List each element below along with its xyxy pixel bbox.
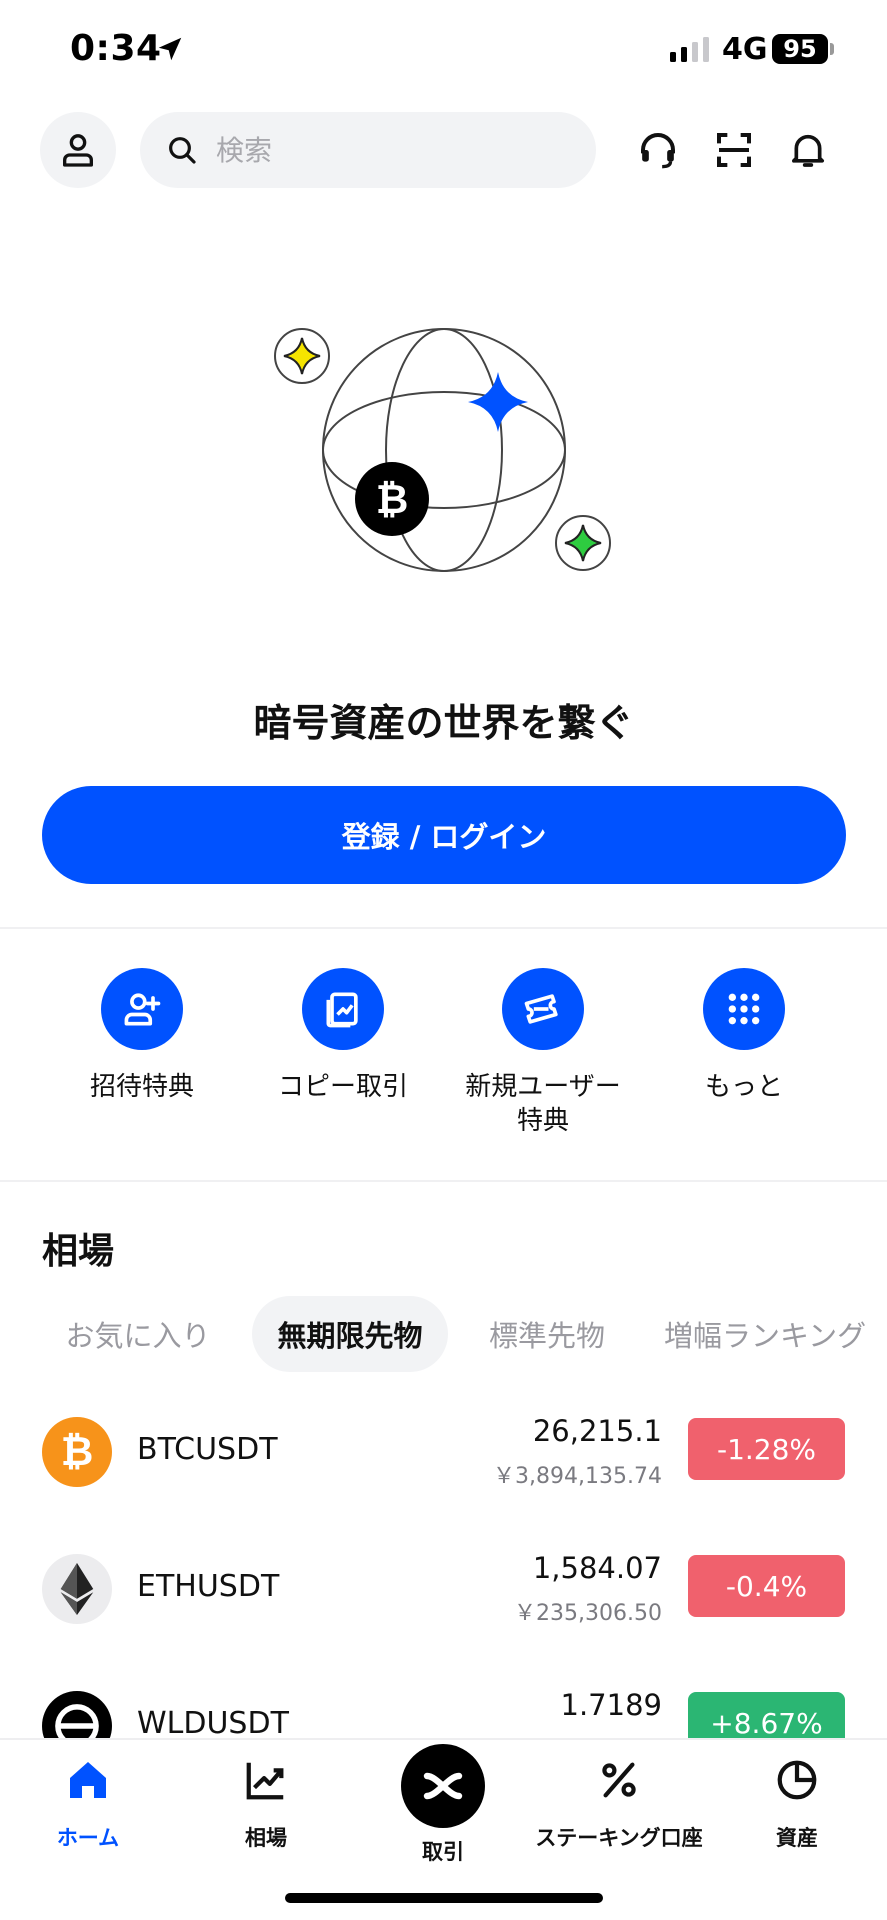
- support-button[interactable]: [634, 126, 682, 174]
- nav-label: ステーキング口座: [535, 1826, 703, 1850]
- status-time: 0:34: [70, 28, 162, 69]
- home-indicator: [285, 1893, 603, 1903]
- nav-label: ホーム: [56, 1826, 120, 1850]
- headset-icon: [641, 133, 675, 169]
- coin-price: 1,584.07: [532, 1551, 662, 1585]
- coin-fiat-price: ￥235,306.50: [514, 1601, 662, 1626]
- tab-gainers-ranking[interactable]: 増幅ランキング: [664, 1296, 876, 1372]
- quick-action-copy-trading[interactable]: コピー取引: [243, 968, 443, 1104]
- grid-dots-icon: [703, 968, 785, 1050]
- nav-home[interactable]: ホーム: [0, 1754, 178, 1852]
- signal-icon: [670, 37, 709, 62]
- bitcoin-icon: ₿: [42, 1417, 112, 1487]
- ethereum-icon: [42, 1554, 112, 1624]
- search-input[interactable]: [216, 133, 576, 167]
- battery-tip: [830, 43, 834, 55]
- trade-icon: [401, 1744, 485, 1828]
- tab-standard-futures[interactable]: 標準先物: [474, 1296, 620, 1372]
- status-bar: 0:34 4G 95: [0, 0, 887, 100]
- svg-text:₿: ₿: [376, 477, 409, 523]
- quick-action-label: もっと: [704, 1072, 783, 1102]
- home-icon: [62, 1754, 114, 1806]
- chart-line-icon: [240, 1754, 292, 1806]
- quick-action-invite-rewards[interactable]: 招待特典: [42, 968, 242, 1104]
- market-row-btcusdt[interactable]: ₿ BTCUSDT 26,215.1 ￥3,894,135.74 -1.28%: [0, 1400, 887, 1510]
- pie-chart-icon: [771, 1754, 823, 1806]
- percent-icon: [593, 1754, 645, 1806]
- nav-assets[interactable]: 資産: [707, 1754, 887, 1852]
- quick-action-new-user-rewards[interactable]: 新規ユーザー 特典: [443, 968, 643, 1138]
- market-row-ethusdt[interactable]: ETHUSDT 1,584.07 ￥235,306.50 -0.4%: [0, 1537, 887, 1647]
- ticket-icon: [502, 968, 584, 1050]
- coin-symbol: BTCUSDT: [137, 1432, 278, 1467]
- network-type: 4G: [722, 32, 768, 67]
- nav-staking[interactable]: ステーキング口座: [529, 1754, 709, 1852]
- sparkle-blue-icon: [468, 372, 528, 432]
- nav-label: 取引: [422, 1840, 464, 1864]
- nav-market[interactable]: 相場: [176, 1754, 356, 1852]
- market-section-title: 相場: [42, 1231, 115, 1272]
- add-user-icon: [101, 968, 183, 1050]
- bitcoin-coin-icon: ₿: [355, 462, 429, 536]
- quick-action-label: 招待特典: [89, 1072, 194, 1102]
- divider: [0, 927, 887, 929]
- nav-label: 資産: [776, 1826, 818, 1850]
- coin-price: 1.7189: [560, 1688, 662, 1722]
- nav-label: 相場: [245, 1826, 287, 1850]
- notifications-button[interactable]: [784, 126, 832, 174]
- divider: [0, 1180, 887, 1182]
- coin-symbol: WLDUSDT: [137, 1706, 289, 1741]
- scan-icon: [717, 133, 751, 167]
- quick-action-label: コピー取引: [277, 1072, 408, 1102]
- nav-trade[interactable]: 取引: [353, 1744, 533, 1866]
- battery-level: 95: [772, 34, 828, 64]
- search-icon: [169, 137, 196, 164]
- profile-button[interactable]: [40, 112, 116, 188]
- coin-fiat-price: ￥3,894,135.74: [493, 1464, 662, 1489]
- tab-favorites[interactable]: お気に入り: [48, 1296, 228, 1372]
- search-bar[interactable]: [140, 112, 596, 188]
- price-change-badge[interactable]: -1.28%: [688, 1418, 845, 1480]
- crypto-globe-illustration: ₿: [274, 328, 611, 572]
- price-change-badge[interactable]: -0.4%: [688, 1555, 845, 1617]
- coin-price: 26,215.1: [532, 1414, 662, 1448]
- hero-title: 暗号資産の世界を繋ぐ: [253, 701, 634, 745]
- location-arrow-icon: [158, 37, 182, 61]
- register-login-button[interactable]: 登録 / ログイン: [42, 786, 846, 884]
- quick-action-more[interactable]: もっと: [644, 968, 844, 1104]
- tab-perpetual-futures[interactable]: 無期限先物: [252, 1296, 448, 1372]
- copy-trade-icon: [302, 968, 384, 1050]
- scan-button[interactable]: [710, 126, 758, 174]
- coin-symbol: ETHUSDT: [137, 1569, 280, 1604]
- quick-action-label: 新規ユーザー 特典: [465, 1072, 621, 1136]
- user-icon: [63, 134, 94, 167]
- bell-icon: [792, 134, 824, 167]
